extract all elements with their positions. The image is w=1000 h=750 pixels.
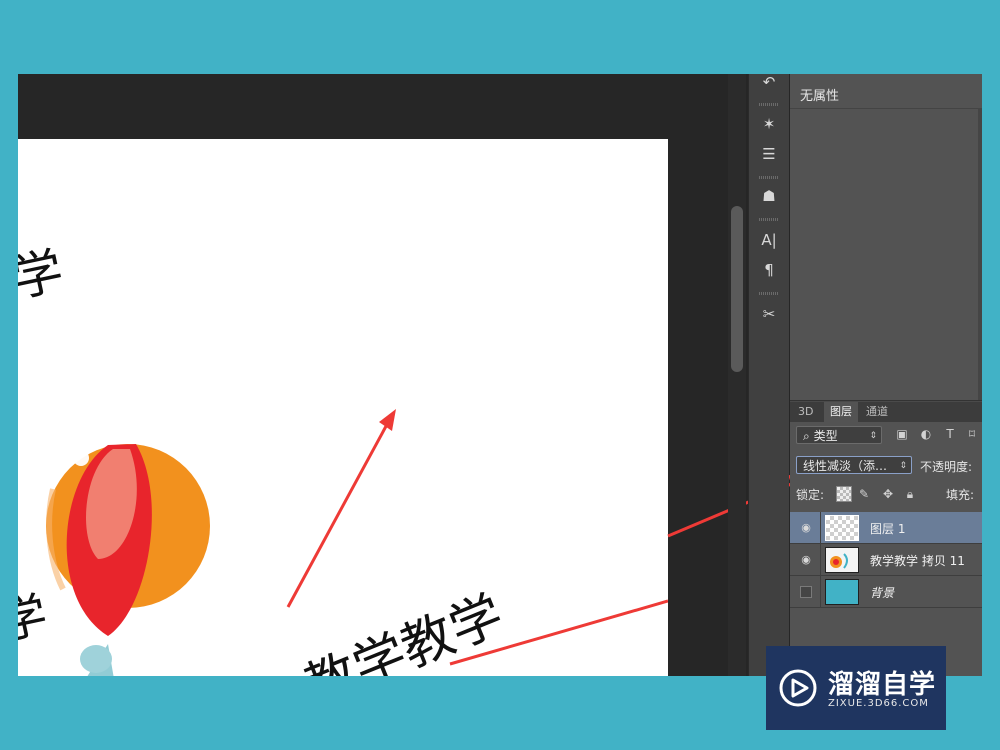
blend-mode-select[interactable]: 线性减淡（添… ⇕ [796,456,912,474]
grip-handle[interactable] [759,103,779,106]
watermark-logo: 溜溜自学 ZIXUE.3D66.COM [766,646,946,730]
row-divider [820,544,821,576]
tab-3d[interactable]: 3D [792,402,819,422]
play-logo-icon [779,669,817,707]
tool-presets-icon[interactable]: ✂ [755,302,783,326]
fill-label: 填充: [946,488,975,502]
properties-title: 无属性 [800,89,840,104]
history-icon[interactable]: ↶ [755,74,783,94]
layer-thumbnail [825,579,859,605]
lock-all-icon[interactable]: 🔒︎ [902,486,918,502]
grip-handle[interactable] [759,176,779,179]
canvas-scrollbar[interactable] [728,74,746,676]
shape-filter-icon[interactable]: ⌑ [964,426,980,442]
layer-filter-select[interactable]: ⌕ 类型 ⇕ [796,426,882,444]
properties-panel: 无属性 [790,74,982,401]
grip-handle[interactable] [759,292,779,295]
layer-row[interactable]: 背景 [790,576,982,608]
visibility-toggle[interactable] [800,586,812,598]
panel-tab-bar: 3D 图层 通道 [790,402,982,422]
properties-scrollbar[interactable] [978,108,982,400]
layer-thumbnail [825,515,859,541]
layer-row[interactable]: ◉ 图层 1 [790,512,982,544]
stepper-icon: ⇕ [869,431,877,441]
layers-panel: 3D 图层 通道 ⌕ 类型 ⇕ ▣ ◐ T ⌑ 线性减淡（添… ⇕ 不透明度: … [790,402,982,676]
layer-name: 图层 1 [870,522,906,536]
type-filter-icon[interactable]: T [942,426,958,442]
layer-row[interactable]: ◉ 教学教学 拷贝 11 [790,544,982,576]
clone-source-icon[interactable]: ☗ [755,184,783,208]
watermark-title: 溜溜自学 [828,670,937,700]
row-divider [820,512,821,544]
lock-transparent-icon[interactable] [836,486,852,502]
scroll-thumb[interactable] [731,206,743,372]
paragraph-icon[interactable]: ¶ [755,258,783,282]
layer-thumbnail [825,547,859,573]
opacity-label: 不透明度: [920,460,973,474]
lock-paint-icon[interactable]: ✎ [856,486,872,502]
layer-name: 背景 [870,586,895,600]
eye-icon[interactable]: ◉ [798,553,814,567]
canvas-artwork [46,409,668,676]
stepper-icon: ⇕ [899,461,907,471]
tab-layers[interactable]: 图层 [824,402,858,422]
document-canvas[interactable]: 学 学 教学教学 [18,139,668,676]
watermark-subtitle: ZIXUE.3D66.COM [828,698,929,709]
row-divider [820,576,821,608]
panel-icon-strip: ↶ ✶ ☰ ☗ A| ¶ ✂ [748,74,789,676]
lock-move-icon[interactable]: ✥ [880,486,896,502]
image-filter-icon[interactable]: ▣ [894,426,910,442]
search-icon: ⌕ [803,429,810,443]
beach-ball-illustration [46,444,210,676]
layer-name: 教学教学 拷贝 11 [870,554,965,568]
adjustment-filter-icon[interactable]: ◐ [918,426,934,442]
eye-icon[interactable]: ◉ [798,521,814,535]
brush-presets-icon[interactable]: ✶ [755,112,783,136]
blend-mode-value: 线性减淡（添… [803,459,888,473]
grip-handle[interactable] [759,218,779,221]
red-arrow-annotation [286,409,396,608]
character-icon[interactable]: A| [755,228,783,252]
lock-label: 锁定: [796,488,825,502]
right-panels: 无属性 3D 图层 通道 ⌕ 类型 ⇕ ▣ ◐ T ⌑ 线性减淡（添… ⇕ 不透… [790,74,982,676]
tab-channels[interactable]: 通道 [860,402,894,422]
properties-header: 无属性 [790,74,982,109]
adjust-icon[interactable]: ☰ [755,142,783,166]
photoshop-window: 学 学 教学教学 ↶ ✶ ☰ ☗ A| ¶ ✂ 无属性 3D 图层 通道 ⌕ 类… [18,74,982,676]
filter-kind-value: 类型 [813,429,838,443]
